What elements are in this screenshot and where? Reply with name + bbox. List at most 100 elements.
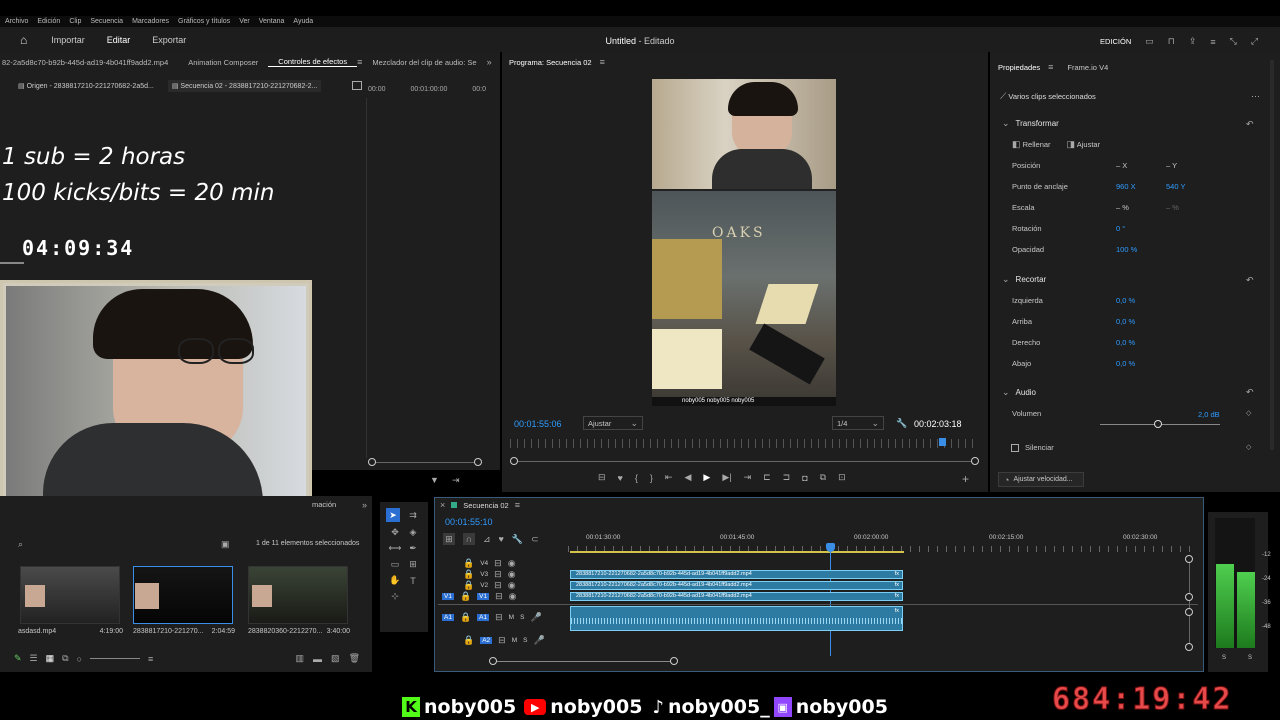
step-back-icon[interactable]: ◀: [684, 472, 691, 483]
add-marker-icon[interactable]: ♥: [499, 534, 504, 544]
menu-view[interactable]: Ver: [239, 18, 250, 25]
lock-icon[interactable]: 🔒: [463, 635, 474, 646]
track-name[interactable]: V1: [477, 593, 490, 600]
lock-icon[interactable]: 🔒: [460, 591, 471, 602]
fullscreen-icon[interactable]: ⤢: [1251, 36, 1258, 47]
crop-row-value[interactable]: 0,0 %: [1116, 317, 1135, 326]
panel-icon[interactable]: ▭: [1145, 36, 1154, 47]
solo-right-button[interactable]: S: [1248, 655, 1252, 661]
menu-icon[interactable]: ≡: [1210, 37, 1215, 47]
marker-icon[interactable]: ♥: [618, 473, 623, 483]
timeline-tab[interactable]: × Secuencia 02 ≡: [440, 500, 520, 510]
ripple-edit-icon[interactable]: ✥: [386, 527, 404, 538]
sync-icon[interactable]: ⊟: [495, 591, 503, 602]
track-source-target[interactable]: A1: [442, 613, 454, 621]
menu-clip[interactable]: Clip: [69, 18, 81, 25]
menu-sequence[interactable]: Secuencia: [90, 18, 123, 25]
mic-icon[interactable]: 🎤: [530, 612, 541, 623]
close-icon[interactable]: ×: [440, 500, 445, 510]
menu-file[interactable]: Archivo: [5, 18, 28, 25]
lock-icon[interactable]: 🔒: [463, 558, 474, 569]
linked-selection-icon[interactable]: ⊿: [483, 534, 491, 545]
track-source-target[interactable]: V1: [442, 593, 454, 600]
snap-icon[interactable]: ∩: [463, 533, 475, 545]
eye-icon[interactable]: ◉: [508, 558, 516, 569]
step-forward-icon[interactable]: ▶|: [722, 472, 731, 483]
reset-icon[interactable]: ↶: [1246, 387, 1254, 398]
fit-button[interactable]: ◨ Ajustar: [1067, 139, 1101, 150]
extract-icon[interactable]: ⊐: [783, 472, 791, 483]
video-clip[interactable]: 2838817210-221270682-2a5d8c70-b92b-445d-…: [570, 570, 903, 579]
nest-icon[interactable]: ⊞: [443, 533, 455, 545]
volume-slider-handle[interactable]: [1154, 420, 1162, 428]
timeline-ruler[interactable]: 00:01:30:00 00:01:45:00 00:02:00:00 00:0…: [568, 534, 1190, 554]
menu-markers[interactable]: Marcadores: [132, 18, 169, 25]
zoom-slider[interactable]: [90, 658, 141, 659]
sync-icon[interactable]: ⊟: [495, 612, 503, 623]
rectangle-tool-icon[interactable]: ▭: [386, 559, 404, 570]
volume-value[interactable]: 2,0 dB: [1198, 410, 1220, 419]
speed-button[interactable]: ◔ Ajustar velocidad...: [998, 472, 1084, 487]
tab-audio-mixer[interactable]: Mezclador del clip de audio: Se: [362, 58, 486, 67]
property-value[interactable]: 100 %: [1116, 245, 1137, 254]
scroll-handle[interactable]: [368, 458, 376, 466]
eye-icon[interactable]: ◉: [508, 569, 516, 580]
menu-help[interactable]: Ayuda: [293, 18, 313, 25]
scroll-handle[interactable]: [1185, 593, 1193, 601]
crop-row-value[interactable]: 0,0 %: [1116, 338, 1135, 347]
menu-window[interactable]: Ventana: [259, 18, 285, 25]
property-value[interactable]: – Y: [1166, 161, 1177, 170]
menu-graphics[interactable]: Gráficos y títulos: [178, 18, 230, 25]
track-name[interactable]: A1: [477, 613, 490, 621]
solo-s-icon[interactable]: S: [523, 637, 527, 644]
scroll-handle[interactable]: [1185, 608, 1193, 616]
project-item[interactable]: 2838820360-2212270... 3:40:00: [248, 628, 350, 635]
more-tabs-icon[interactable]: »: [362, 500, 367, 510]
automate-icon[interactable]: ▥: [296, 653, 305, 664]
menu-edit[interactable]: Edición: [37, 18, 60, 25]
delete-icon[interactable]: 🗑: [349, 653, 360, 664]
tab-effect-controls[interactable]: Controles de efectos: [268, 57, 358, 67]
timeline-playhead[interactable]: [826, 543, 835, 552]
go-to-out-icon[interactable]: ⇥: [744, 472, 752, 483]
solo-left-button[interactable]: S: [1222, 655, 1226, 661]
tab-file[interactable]: 82-2a5d8c70-b92b-445d-ad19-4b041ff9add2.…: [0, 58, 178, 67]
razor-tool-icon[interactable]: ◈: [404, 527, 422, 538]
quality-dropdown[interactable]: 1/4 ⌄: [832, 416, 884, 430]
tab-menu-icon[interactable]: ≡: [600, 57, 605, 67]
reset-icon[interactable]: ↶: [1246, 119, 1254, 130]
properties-scrollbar[interactable]: [1270, 60, 1274, 450]
list-view-icon[interactable]: ☰: [30, 653, 38, 664]
new-bin-icon[interactable]: ▬: [313, 654, 322, 664]
settings-wrench-icon[interactable]: 🔧: [512, 534, 523, 545]
tab-properties[interactable]: Propiedades: [998, 63, 1040, 72]
add-button-icon[interactable]: +: [962, 472, 969, 486]
origin-tab[interactable]: ▤ Origen - 2838817210-221270682-2a5d...: [18, 82, 154, 90]
safe-margins-icon[interactable]: ⊡: [838, 472, 846, 483]
work-area-bar[interactable]: [570, 551, 904, 553]
crop-header[interactable]: ⌄ Recortar: [990, 268, 1260, 290]
project-tab-label[interactable]: mación: [312, 500, 336, 509]
sequence-tab[interactable]: ▤ Secuencia 02 - 2838817210-221270682-2.…: [167, 80, 322, 92]
tab-menu-icon[interactable]: ≡: [1048, 62, 1053, 72]
caption-tool-icon[interactable]: ⊹: [386, 591, 404, 602]
panel-toggle-icon[interactable]: [352, 81, 362, 90]
program-tab[interactable]: Programa: Secuencia 02 ≡: [509, 57, 605, 67]
program-timecode[interactable]: 00:01:55:06: [514, 419, 562, 429]
project-item[interactable]: 2838817210-221270... 2:04:59: [133, 628, 235, 635]
timeline-timecode[interactable]: 00:01:55:10: [445, 517, 493, 527]
track-name[interactable]: A2: [480, 636, 493, 644]
track-select-icon[interactable]: ⇉: [404, 508, 422, 522]
scroll-handle[interactable]: [489, 657, 497, 665]
program-playhead[interactable]: [939, 438, 946, 446]
crop-row-value[interactable]: 0,0 %: [1116, 359, 1135, 368]
pencil-icon[interactable]: ✎: [14, 653, 22, 664]
mute-checkbox[interactable]: [1011, 443, 1019, 452]
video-clip[interactable]: 2838817210-221270682-2a5d8c70-b92b-445d-…: [570, 592, 903, 601]
hand-tool-icon[interactable]: ✋: [386, 575, 404, 586]
mic-icon[interactable]: 🎤: [533, 635, 544, 646]
scroll-handle[interactable]: [670, 657, 678, 665]
collapse-arrow-icon[interactable]: ⤡: [1230, 36, 1237, 47]
text-tool-icon[interactable]: T: [404, 575, 422, 586]
remix-tool-icon[interactable]: ⊞: [404, 559, 422, 570]
